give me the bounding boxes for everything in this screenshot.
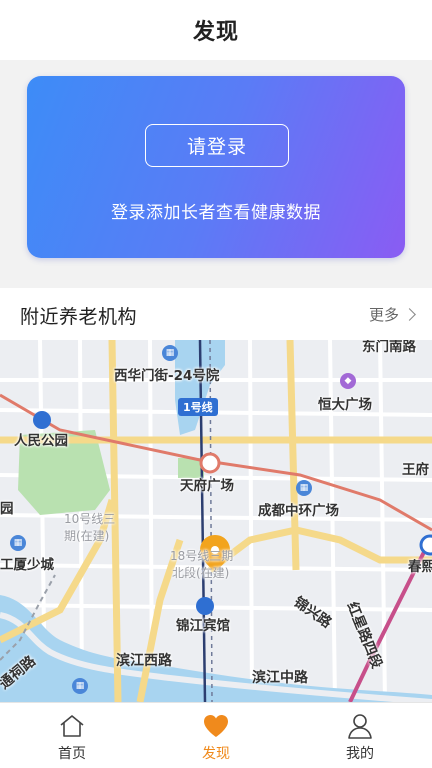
map-label: 园: [0, 501, 14, 517]
map-label: 东门南路: [362, 340, 416, 355]
road-label: 滨江中路: [252, 670, 308, 686]
tab-label: 首页: [58, 746, 86, 762]
map-label: 人民公园: [14, 433, 68, 449]
building-icon: ▦: [296, 480, 312, 496]
tab-mine[interactable]: 我的: [288, 703, 432, 768]
building-icon: ▦: [10, 535, 26, 551]
map-label: 王府: [402, 462, 429, 478]
building-icon: ▦: [162, 345, 178, 361]
shopping-icon: ◆: [340, 373, 356, 389]
bottom-tab-bar: 首页 发现 我的: [0, 702, 432, 768]
map-label: 10号线三: [64, 512, 116, 526]
map-view[interactable]: ▦ 西华门街-24号院 东门南路 1号线 ◆ 恒大广场 人民公园 天府广场 王府…: [0, 340, 432, 702]
home-icon: [58, 713, 86, 739]
login-button[interactable]: 请登录: [145, 124, 289, 167]
heart-icon: [202, 713, 230, 739]
tab-discover[interactable]: 发现: [144, 703, 288, 768]
map-label: 工厦少城: [0, 557, 54, 573]
login-banner: 请登录 登录添加长者查看健康数据: [27, 76, 405, 258]
banner-subtitle: 登录添加长者查看健康数据: [111, 203, 321, 223]
nearby-section-header: 附近养老机构 更多: [0, 288, 432, 340]
more-label: 更多: [368, 306, 399, 324]
map-label: 18号线三期: [170, 549, 234, 563]
map-label: 西华门街-24号院: [114, 368, 220, 384]
building-icon: ▦: [72, 678, 88, 694]
map-label: 期(在建): [64, 529, 110, 543]
page-title: 发现: [192, 20, 239, 45]
map-label: 北段(在建): [172, 566, 230, 580]
tab-label: 我的: [346, 746, 374, 762]
map-label: 天府广场: [180, 478, 234, 494]
chevron-right-icon: [403, 308, 416, 321]
banner-area: 请登录 登录添加长者查看健康数据: [0, 60, 432, 288]
page-header: 发现: [0, 0, 432, 60]
more-link[interactable]: 更多: [368, 304, 416, 325]
metro-line-badge: 1号线: [178, 398, 218, 416]
map-label: 恒大广场: [318, 397, 372, 413]
road-label: 滨江西路: [116, 653, 172, 669]
nearby-title: 附近养老机构: [20, 306, 138, 328]
map-label: 成都中环广场: [258, 503, 339, 519]
map-label: 锦江宾馆: [176, 618, 230, 634]
map-label: 春熙: [408, 559, 432, 575]
tab-label: 发现: [202, 746, 230, 762]
tab-home[interactable]: 首页: [0, 703, 144, 768]
user-icon: [346, 713, 374, 739]
